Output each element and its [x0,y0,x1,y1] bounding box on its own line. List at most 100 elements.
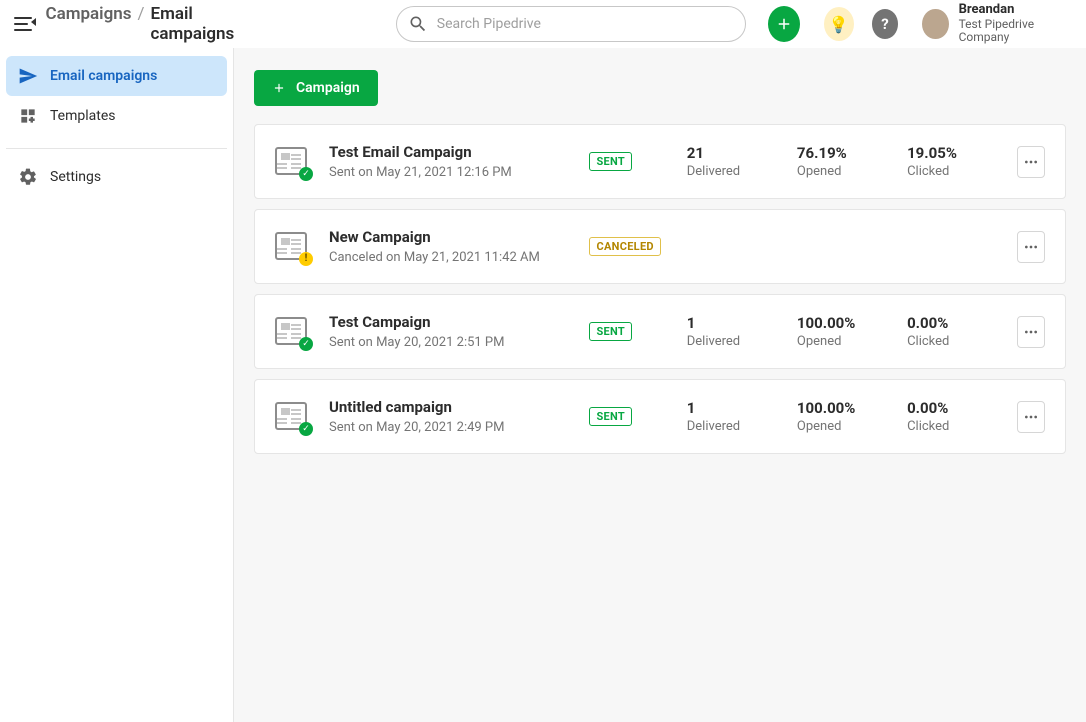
campaign-subtitle: Sent on May 21, 2021 12:16 PM [329,165,569,180]
campaign-list: ✓ Test Email Campaign Sent on May 21, 2021… [254,124,1066,454]
stat-value: 100.00% [797,314,887,332]
status-badge: SENT [589,322,632,341]
campaign-icon: ✓ [275,402,309,432]
avatar [922,9,948,39]
more-horizontal-icon [1023,154,1039,170]
campaign-subtitle: Sent on May 20, 2021 2:49 PM [329,420,569,435]
campaign-main: Test CampaignSent on May 20, 2021 2:51 P… [329,313,569,350]
status-col: SENT [589,152,666,171]
breadcrumb-current: Email campaigns [151,4,254,44]
status-badge: CANCELED [589,237,660,256]
tips-button[interactable]: 💡 [824,7,854,41]
more-options-button[interactable] [1017,316,1045,348]
stat-label: Delivered [687,164,777,179]
campaign-subtitle: Canceled on May 21, 2021 11:42 AM [329,250,569,265]
search-icon [408,14,428,34]
campaign-main: New Campaign Canceled on May 21, 2021 11:… [329,228,569,265]
breadcrumb: Campaigns / Email campaigns [45,4,253,44]
more-horizontal-icon [1023,239,1039,255]
stat-opened: 76.19% Opened [797,144,887,179]
status-col: SENT [589,322,666,341]
sidebar: Email campaigns Templates Settings [0,48,234,722]
check-icon: ✓ [299,167,313,181]
stat-value: 100.00% [797,399,887,417]
stat-value: 21 [687,144,777,162]
stat-opened: 100.00% Opened [797,314,887,349]
stat-label: Clicked [907,164,997,179]
plus-icon [775,15,793,33]
campaign-title: Test Email Campaign [329,143,569,161]
main-content: Campaign ✓ Test Email Campaign Sent on May… [234,48,1086,722]
breadcrumb-separator: / [138,4,145,24]
stat-label: Opened [797,334,887,349]
stat-delivered: 1 Delivered [687,399,777,434]
status-badge: SENT [589,152,632,171]
menu-toggle-icon[interactable] [14,13,33,35]
check-icon: ✓ [299,422,313,436]
campaign-card[interactable]: ✓ Test Email Campaign Sent on May 21, 2021… [254,124,1066,199]
status-col: CANCELED [589,237,666,256]
campaign-card[interactable]: ✓ Untitled campaign Sent on May 20, 2021 2… [254,379,1066,454]
stat-value: 0.00% [907,399,997,417]
more-options-button[interactable] [1017,231,1045,263]
stat-delivered: 21 Delivered [687,144,777,179]
more-options-button[interactable] [1017,146,1045,178]
more-options-button[interactable] [1017,401,1045,433]
stat-label: Delivered [687,419,777,434]
user-menu[interactable]: Breandan Test Pipedrive Company [922,3,1072,46]
stat-delivered: 1 Delivered [687,314,777,349]
stat-clicked: 0.00% Clicked [907,399,997,434]
quick-add-button[interactable] [768,6,800,42]
stat-label: Clicked [907,334,997,349]
campaign-main: Test Email Campaign Sent on May 21, 2021 … [329,143,569,180]
sidebar-item-label: Templates [50,108,116,124]
campaign-card[interactable]: ! New Campaign Canceled on May 21, 2021 11… [254,209,1066,284]
campaign-card[interactable]: ✓ Test CampaignSent on May 20, 2021 2:51 … [254,294,1066,369]
status-badge: SENT [589,407,632,426]
search-wrap [396,6,746,42]
campaign-icon: ✓ [275,317,309,347]
stat-value: 76.19% [797,144,887,162]
stat-label: Clicked [907,419,997,434]
campaign-title: Untitled campaign [329,398,569,416]
stat-label: Opened [797,164,887,179]
sidebar-item-settings[interactable]: Settings [6,157,227,197]
stat-opened: 100.00% Opened [797,399,887,434]
send-icon [18,66,38,86]
campaign-title: Test Campaign [329,313,569,331]
warning-icon: ! [299,252,313,266]
campaign-title: New Campaign [329,228,569,246]
sidebar-item-templates[interactable]: Templates [6,96,227,136]
topbar: Campaigns / Email campaigns 💡 ? Breandan… [0,0,1086,48]
status-col: SENT [589,407,666,426]
stat-value: 1 [687,314,777,332]
sidebar-item-label: Email campaigns [50,68,157,84]
stat-value: 1 [687,399,777,417]
more-horizontal-icon [1023,324,1039,340]
sidebar-item-email-campaigns[interactable]: Email campaigns [6,56,227,96]
new-campaign-button[interactable]: Campaign [254,70,378,106]
stat-value: 19.05% [907,144,997,162]
check-icon: ✓ [299,337,313,351]
help-button[interactable]: ? [872,9,899,39]
question-icon: ? [881,15,888,33]
stat-clicked: 0.00% Clicked [907,314,997,349]
stat-label: Opened [797,419,887,434]
breadcrumb-parent[interactable]: Campaigns [45,4,131,24]
gear-icon [18,167,38,187]
campaign-icon: ✓ [275,147,309,177]
campaign-main: Untitled campaign Sent on May 20, 2021 2:… [329,398,569,435]
search-input[interactable] [396,6,746,42]
stat-value: 0.00% [907,314,997,332]
lightbulb-icon: 💡 [829,15,849,34]
stat-label: Delivered [687,334,777,349]
user-text: Breandan Test Pipedrive Company [959,3,1072,46]
sidebar-item-label: Settings [50,169,101,185]
stat-clicked: 19.05% Clicked [907,144,997,179]
plus-icon [272,81,286,95]
more-horizontal-icon [1023,409,1039,425]
new-campaign-label: Campaign [296,80,360,96]
template-icon [18,106,38,126]
user-name: Breandan [959,3,1072,18]
campaign-icon: ! [275,232,309,262]
